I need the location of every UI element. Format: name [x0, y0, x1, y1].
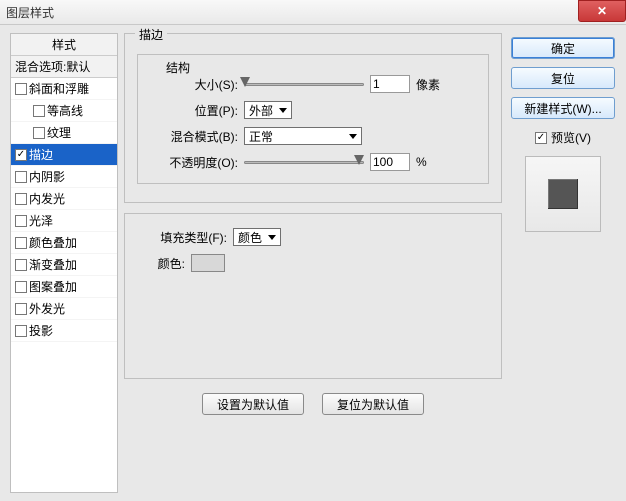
button-label: 确定: [551, 40, 575, 57]
stroke-legend: 描边: [135, 26, 167, 43]
slider-thumb[interactable]: [354, 155, 364, 165]
position-row: 位置(P): 外部: [148, 97, 478, 123]
color-swatch[interactable]: [191, 254, 225, 272]
blend-options-row[interactable]: 混合选项:默认: [11, 56, 117, 78]
size-label: 大小(S):: [148, 76, 238, 93]
style-item-drop-shadow[interactable]: 投影: [11, 320, 117, 342]
checkbox[interactable]: [15, 237, 27, 249]
button-label: 新建样式(W)...: [524, 100, 601, 117]
style-item-gradient-overlay[interactable]: 渐变叠加: [11, 254, 117, 276]
fill-type-select[interactable]: 颜色: [233, 228, 281, 246]
color-label: 颜色:: [137, 255, 185, 272]
size-unit: 像素: [416, 76, 440, 93]
opacity-input[interactable]: [370, 153, 410, 171]
checkbox[interactable]: [15, 193, 27, 205]
opacity-slider[interactable]: [244, 155, 364, 169]
preview-label: 预览(V): [551, 129, 591, 146]
checkbox[interactable]: [33, 127, 45, 139]
position-select[interactable]: 外部: [244, 101, 292, 119]
preview-check-row: 预览(V): [535, 129, 591, 146]
style-item-stroke[interactable]: 描边: [11, 144, 117, 166]
slider-track: [244, 161, 364, 164]
style-item-label: 渐变叠加: [29, 256, 77, 273]
checkbox[interactable]: [15, 281, 27, 293]
checkbox[interactable]: [15, 149, 27, 161]
fill-type-label: 填充类型(F):: [137, 229, 227, 246]
style-item-inner-shadow[interactable]: 内阴影: [11, 166, 117, 188]
style-item-label: 内阴影: [29, 168, 65, 185]
blend-row: 混合模式(B): 正常: [148, 123, 478, 149]
checkbox[interactable]: [15, 259, 27, 271]
reset-default-button[interactable]: 复位为默认值: [322, 393, 424, 415]
blend-options-label: 混合选项:默认: [15, 58, 90, 75]
defaults-buttons: 设置为默认值 复位为默认值: [124, 393, 502, 415]
opacity-unit: %: [416, 155, 427, 169]
slider-thumb[interactable]: [240, 77, 250, 87]
size-row: 大小(S): 像素: [148, 71, 478, 97]
style-item-outer-glow[interactable]: 外发光: [11, 298, 117, 320]
styles-panel: 样式 混合选项:默认 斜面和浮雕 等高线 纹理 描边: [10, 33, 118, 493]
checkbox[interactable]: [15, 325, 27, 337]
make-default-button[interactable]: 设置为默认值: [202, 393, 304, 415]
structure-legend: 结构: [162, 59, 194, 76]
fill-fieldset: 填充类型(F): 颜色 颜色:: [124, 213, 502, 379]
style-item-label: 光泽: [29, 212, 53, 229]
button-label: 复位: [551, 70, 575, 87]
style-item-satin[interactable]: 光泽: [11, 210, 117, 232]
checkbox[interactable]: [33, 105, 45, 117]
settings-area: 描边 结构 大小(S): 像素 位置(P): 外部: [124, 33, 502, 493]
style-item-contour[interactable]: 等高线: [11, 100, 117, 122]
button-label: 设置为默认值: [217, 396, 289, 413]
style-item-label: 描边: [29, 146, 53, 163]
window-title: 图层样式: [6, 4, 54, 21]
blend-label: 混合模式(B):: [148, 128, 238, 145]
ok-button[interactable]: 确定: [511, 37, 615, 59]
color-row: 颜色:: [137, 250, 489, 276]
style-item-color-overlay[interactable]: 颜色叠加: [11, 232, 117, 254]
styles-header: 样式: [11, 34, 117, 56]
stroke-fieldset: 描边 结构 大小(S): 像素 位置(P): 外部: [124, 33, 502, 203]
style-item-bevel[interactable]: 斜面和浮雕: [11, 78, 117, 100]
size-slider[interactable]: [244, 77, 364, 91]
position-value: 外部: [249, 102, 273, 119]
blend-value: 正常: [249, 128, 273, 145]
size-input[interactable]: [370, 75, 410, 93]
title-bar: 图层样式 ✕: [0, 0, 626, 25]
new-style-button[interactable]: 新建样式(W)...: [511, 97, 615, 119]
slider-track: [244, 83, 364, 86]
dialog-body: 样式 混合选项:默认 斜面和浮雕 等高线 纹理 描边: [0, 25, 626, 501]
button-label: 复位为默认值: [337, 396, 409, 413]
style-item-label: 颜色叠加: [29, 234, 77, 251]
checkbox[interactable]: [15, 83, 27, 95]
fill-type-value: 颜色: [238, 229, 262, 246]
close-icon: ✕: [597, 4, 607, 18]
style-item-label: 外发光: [29, 300, 65, 317]
style-item-label: 纹理: [47, 124, 71, 141]
preview-checkbox[interactable]: [535, 132, 547, 144]
style-item-label: 图案叠加: [29, 278, 77, 295]
style-item-texture[interactable]: 纹理: [11, 122, 117, 144]
preview-swatch: [548, 179, 578, 209]
structure-fieldset: 结构 大小(S): 像素 位置(P): 外部: [137, 54, 489, 184]
style-item-label: 内发光: [29, 190, 65, 207]
preview-box: [525, 156, 601, 232]
style-item-pattern-overlay[interactable]: 图案叠加: [11, 276, 117, 298]
close-button[interactable]: ✕: [578, 0, 626, 22]
fill-type-row: 填充类型(F): 颜色: [137, 224, 489, 250]
opacity-row: 不透明度(O): %: [148, 149, 478, 175]
style-item-label: 投影: [29, 322, 53, 339]
style-item-label: 等高线: [47, 102, 83, 119]
style-item-inner-glow[interactable]: 内发光: [11, 188, 117, 210]
position-label: 位置(P):: [148, 102, 238, 119]
checkbox[interactable]: [15, 215, 27, 227]
styles-list: 混合选项:默认 斜面和浮雕 等高线 纹理 描边 内阴影: [11, 56, 117, 342]
cancel-button[interactable]: 复位: [511, 67, 615, 89]
right-column: 确定 复位 新建样式(W)... 预览(V): [508, 33, 618, 493]
checkbox[interactable]: [15, 171, 27, 183]
blend-select[interactable]: 正常: [244, 127, 362, 145]
style-item-label: 斜面和浮雕: [29, 80, 89, 97]
checkbox[interactable]: [15, 303, 27, 315]
opacity-label: 不透明度(O):: [148, 154, 238, 171]
